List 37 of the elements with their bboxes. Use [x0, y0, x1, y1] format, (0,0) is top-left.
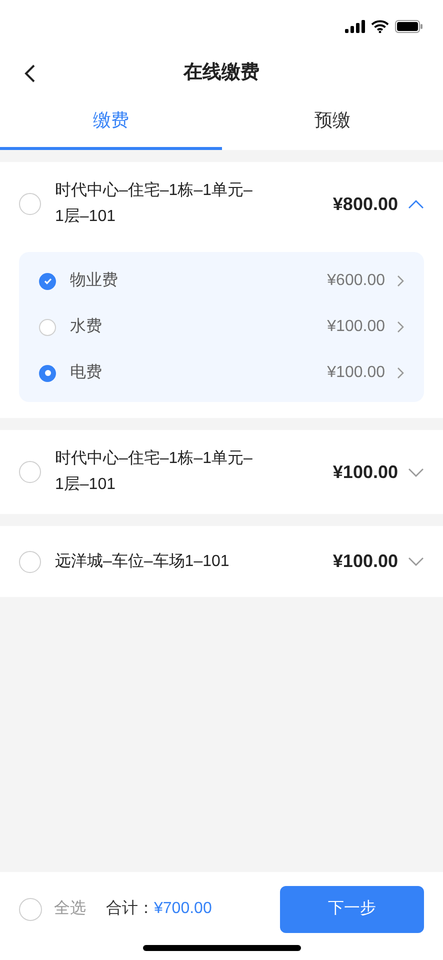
fee-name: 电费: [70, 362, 102, 383]
chevron-down-icon[interactable]: [408, 557, 424, 566]
signal-icon: [345, 20, 365, 32]
tab[interactable]: 缴费: [0, 94, 222, 150]
property-name: 时代中心–住宅–1栋–1单元–1层–101: [55, 448, 254, 495]
chevron-right-icon[interactable]: [397, 321, 404, 333]
bill-amount: ¥100.00: [332, 460, 398, 484]
radio-button[interactable]: [39, 318, 56, 336]
fee-amount: ¥100.00: [327, 363, 385, 383]
radio-button[interactable]: [19, 193, 41, 215]
checked-radio[interactable]: [39, 364, 56, 382]
bill-amount: ¥100.00: [332, 550, 398, 573]
chevron-right-icon[interactable]: [397, 275, 404, 287]
page-title: 在线缴费: [184, 60, 260, 85]
checked-checkbox[interactable]: [39, 272, 56, 290]
total-amount: ¥700.00: [154, 899, 212, 919]
property-name: 时代中心–住宅–1栋–1单元–1层–101: [55, 180, 254, 227]
fee-name: 水费: [70, 316, 102, 337]
battery-icon: [395, 20, 423, 32]
select-all-label[interactable]: 全选: [54, 897, 86, 921]
total-label: 合计：: [106, 898, 154, 919]
radio-button[interactable]: [19, 898, 42, 920]
fee-amount: ¥100.00: [327, 317, 385, 337]
fee-name: 物业费: [70, 270, 118, 291]
chevron-down-icon[interactable]: [408, 468, 424, 476]
property-name: 远洋城–车位–车场1–101: [55, 552, 230, 572]
chevron-right-icon[interactable]: [397, 367, 404, 379]
chevron-up-icon[interactable]: [408, 200, 424, 208]
next-button[interactable]: 下一步: [280, 886, 424, 932]
wifi-icon: [371, 20, 389, 32]
radio-button[interactable]: [19, 461, 41, 483]
tab[interactable]: 预缴: [222, 94, 443, 150]
back-icon[interactable]: [24, 64, 36, 83]
radio-button[interactable]: [19, 550, 41, 572]
fee-amount: ¥600.00: [327, 271, 385, 291]
check-icon: [42, 276, 52, 286]
bill-amount: ¥800.00: [332, 192, 398, 216]
